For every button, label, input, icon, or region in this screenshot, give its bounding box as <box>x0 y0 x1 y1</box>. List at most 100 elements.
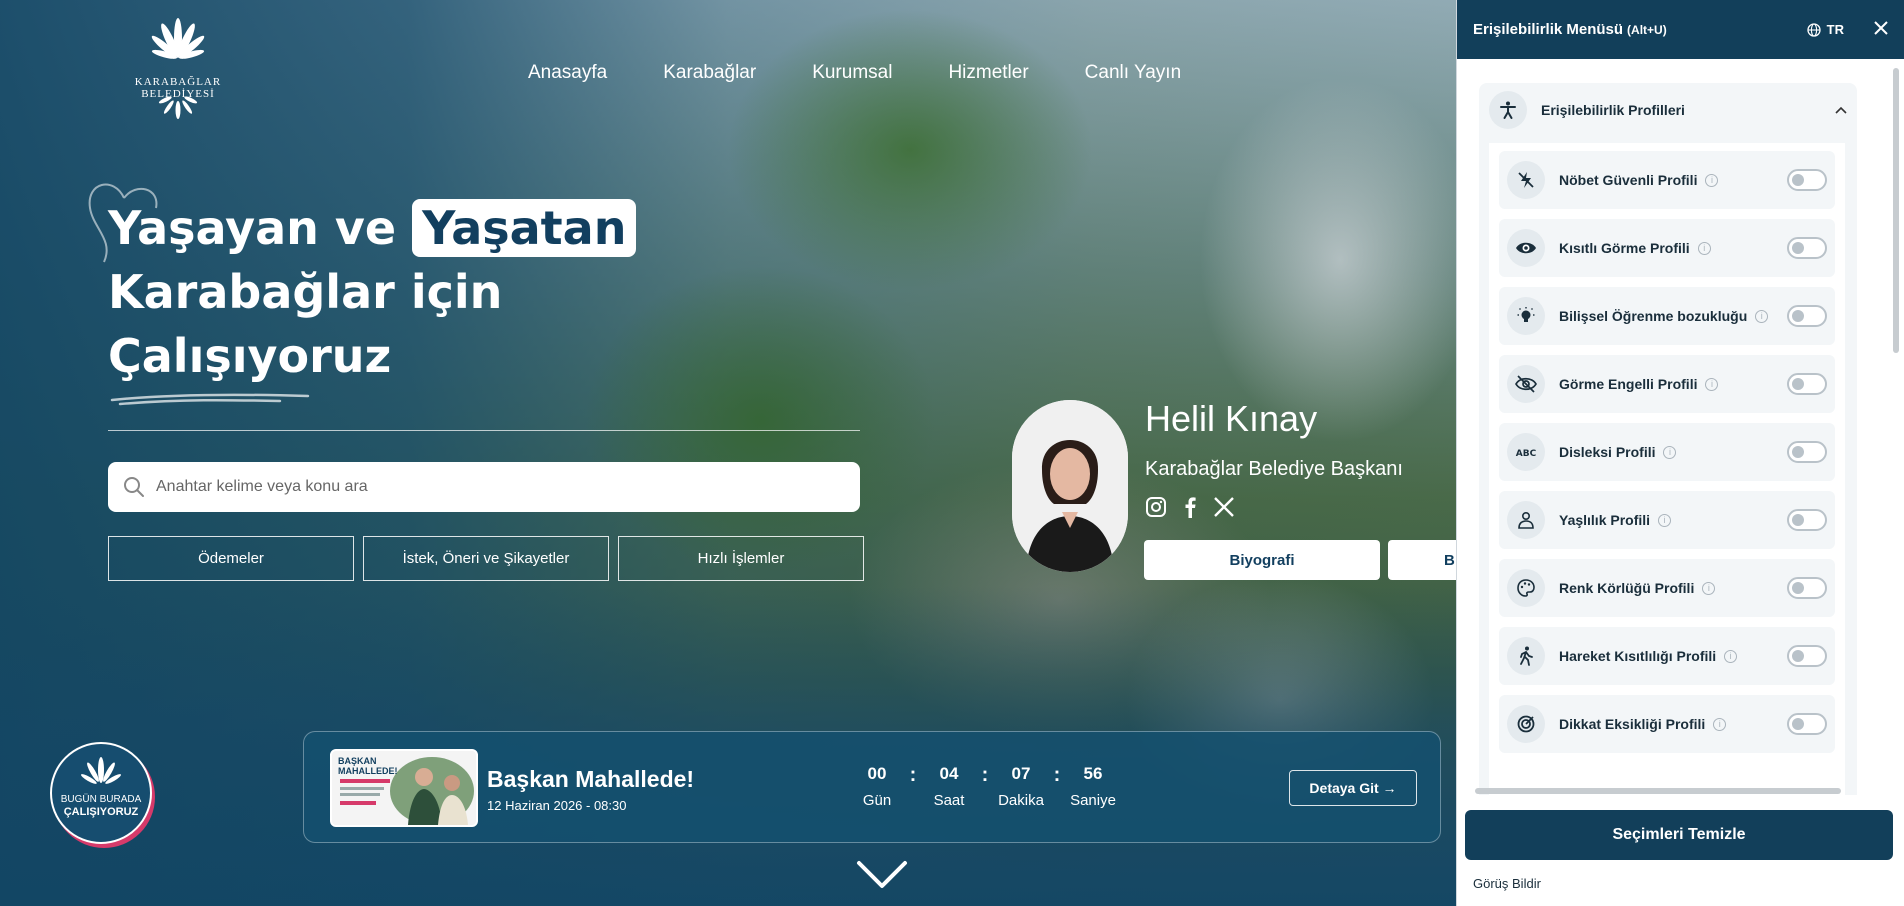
profile-label: Renk Körlüğü Profili <box>1559 580 1695 596</box>
countdown-minutes-label: Dakika <box>998 792 1044 809</box>
info-icon[interactable]: i <box>1658 513 1672 527</box>
profile-toggle[interactable] <box>1787 577 1827 599</box>
mayor-name: Helil Kınay <box>1145 398 1318 439</box>
profile-toggle[interactable] <box>1787 645 1827 667</box>
hero-headline: Yaşayan ve Yaşatan Karabağlar için Çalış… <box>108 196 637 388</box>
event-date: 12 Haziran 2026 - 08:30 <box>487 798 627 813</box>
quick-links: Ödemeler İstek, Öneri ve Şikayetler Hızl… <box>108 536 873 581</box>
mayor-social-links <box>1145 496 1247 523</box>
feedback-link[interactable]: Görüş Bildir <box>1473 876 1541 891</box>
sunflower-logo-icon <box>151 18 205 59</box>
search-input[interactable] <box>156 478 796 496</box>
nav-canli-yayin[interactable]: Canlı Yayın <box>1085 62 1181 84</box>
info-icon[interactable]: i <box>1697 241 1711 255</box>
profile-toggle[interactable] <box>1787 169 1827 191</box>
profile-label: Disleksi Profili <box>1559 444 1656 460</box>
abc-icon: ABC <box>1507 433 1545 471</box>
x-icon[interactable] <box>1213 496 1235 523</box>
profile-label: Hareket Kısıtlılığı Profili <box>1559 648 1717 664</box>
countdown-days-label: Gün <box>862 792 892 809</box>
nav-hizmetler[interactable]: Hizmetler <box>948 62 1028 84</box>
profile-elderly[interactable]: Yaşlılık Profili i <box>1499 491 1835 549</box>
profile-adhd[interactable]: Dikkat Eksikliği Profili i <box>1499 695 1835 753</box>
profile-low-vision[interactable]: Kısıtlı Görme Profili i <box>1499 219 1835 277</box>
accessibility-person-icon <box>1489 91 1527 129</box>
profile-blind[interactable]: Görme Engelli Profili i <box>1499 355 1835 413</box>
sunflower-rays-icon <box>158 96 198 119</box>
profile-label: Kısıtlı Görme Profili <box>1559 240 1690 256</box>
countdown-minutes-value: 07 <box>1011 764 1031 783</box>
profile-color-blind[interactable]: Renk Körlüğü Profili i <box>1499 559 1835 617</box>
panel-shortcut: (Alt+U) <box>1627 22 1667 37</box>
scroll-down-chevron-icon[interactable] <box>856 860 908 890</box>
today-here-badge[interactable]: BUGÜN BURADA ÇALIŞIYORUZ <box>50 742 152 844</box>
headline-part-1: Yaşayan ve <box>108 201 397 255</box>
profiles-list: Nöbet Güvenli Profili i Kısıtlı Görme Pr… <box>1489 143 1845 795</box>
profile-seizure-safe[interactable]: Nöbet Güvenli Profili i <box>1499 151 1835 209</box>
info-icon[interactable]: i <box>1705 173 1719 187</box>
payments-button[interactable]: Ödemeler <box>108 536 354 581</box>
nav-anasayfa[interactable]: Anasayfa <box>528 62 607 84</box>
panel-vertical-scrollbar[interactable] <box>1892 60 1900 780</box>
clear-selections-button[interactable]: Seçimleri Temizle <box>1465 810 1893 860</box>
info-icon[interactable]: i <box>1755 309 1769 323</box>
chevron-up-icon[interactable] <box>1835 103 1847 117</box>
nav-karabaglar[interactable]: Karabağlar <box>663 62 756 84</box>
event-title[interactable]: Başkan Mahallede! <box>487 766 694 793</box>
profile-toggle[interactable] <box>1787 237 1827 259</box>
event-thumbnail[interactable]: BAŞKAN MAHALLEDE! <box>330 749 478 827</box>
info-icon[interactable]: i <box>1705 377 1719 391</box>
profile-toggle[interactable] <box>1787 305 1827 327</box>
profile-toggle[interactable] <box>1787 509 1827 531</box>
eye-off-icon <box>1507 365 1545 403</box>
panel-horizontal-scrollbar[interactable] <box>1465 786 1895 796</box>
info-icon[interactable]: i <box>1663 445 1677 459</box>
sunflower-badge-icon <box>81 757 121 784</box>
profile-toggle[interactable] <box>1787 713 1827 735</box>
countdown-seconds: 56 Saniye <box>1068 764 1118 809</box>
countdown-separator: : <box>909 764 917 786</box>
quick-actions-button[interactable]: Hızlı İşlemler <box>618 536 864 581</box>
countdown-separator: : <box>1053 764 1061 786</box>
countdown-seconds-value: 56 <box>1083 764 1103 783</box>
horizontal-scroll-thumb[interactable] <box>1475 788 1841 794</box>
profile-label: Bilişsel Öğrenme bozukluğu <box>1559 308 1748 324</box>
profile-cognitive[interactable]: Bilişsel Öğrenme bozukluğu i <box>1499 287 1835 345</box>
search-bar <box>108 462 860 512</box>
language-selector[interactable]: TR <box>1807 22 1844 37</box>
profile-dyslexia[interactable]: ABC Disleksi Profili i <box>1499 423 1835 481</box>
event-details-button[interactable]: Detaya Git → <box>1289 770 1417 806</box>
info-icon[interactable]: i <box>1702 581 1716 595</box>
profile-toggle[interactable] <box>1787 373 1827 395</box>
badge-line-1: BUGÜN BURADA <box>60 794 142 805</box>
municipality-logo[interactable]: KARABAĞLAR BELEDİYESİ <box>108 16 248 128</box>
vertical-scroll-thumb[interactable] <box>1893 68 1899 353</box>
target-icon <box>1507 705 1545 743</box>
badge-line-2: ÇALIŞIYORUZ <box>63 806 139 818</box>
globe-icon <box>1807 22 1821 37</box>
profile-label: Nöbet Güvenli Profili <box>1559 172 1698 188</box>
close-icon[interactable] <box>1874 18 1888 41</box>
biography-button[interactable]: Biyografi <box>1144 540 1380 580</box>
countdown-hours-label: Saat <box>933 792 965 809</box>
info-icon[interactable]: i <box>1724 649 1738 663</box>
info-icon[interactable]: i <box>1713 717 1727 731</box>
event-countdown: 00 Gün : 04 Saat : 07 Dakika : 56 Saniye <box>852 764 1118 809</box>
brush-underline-icon <box>110 393 310 406</box>
event-banner: BAŞKAN MAHALLEDE! Başkan Mahallede! 12 H… <box>303 731 1441 843</box>
profile-motor[interactable]: Hareket Kısıtlılığı Profili i <box>1499 627 1835 685</box>
nav-kurumsal[interactable]: Kurumsal <box>812 62 892 84</box>
instagram-icon[interactable] <box>1145 496 1167 523</box>
mayor-photo <box>1012 400 1128 572</box>
countdown-hours-value: 04 <box>939 764 959 783</box>
accessibility-panel-body: Erişilebilirlik Profilleri Nöbet Güvenli… <box>1457 59 1904 795</box>
walking-icon <box>1507 637 1545 675</box>
thumbnail-title: BAŞKAN MAHALLEDE! <box>338 756 398 776</box>
mayor-portrait-icon <box>1012 400 1128 572</box>
profiles-section-header[interactable]: Erişilebilirlik Profilleri <box>1479 83 1857 137</box>
headline-highlight: Yaşatan <box>412 199 637 257</box>
facebook-icon[interactable] <box>1179 496 1201 523</box>
profile-toggle[interactable] <box>1787 441 1827 463</box>
requests-complaints-button[interactable]: İstek, Öneri ve Şikayetler <box>363 536 609 581</box>
search-icon <box>124 477 144 497</box>
